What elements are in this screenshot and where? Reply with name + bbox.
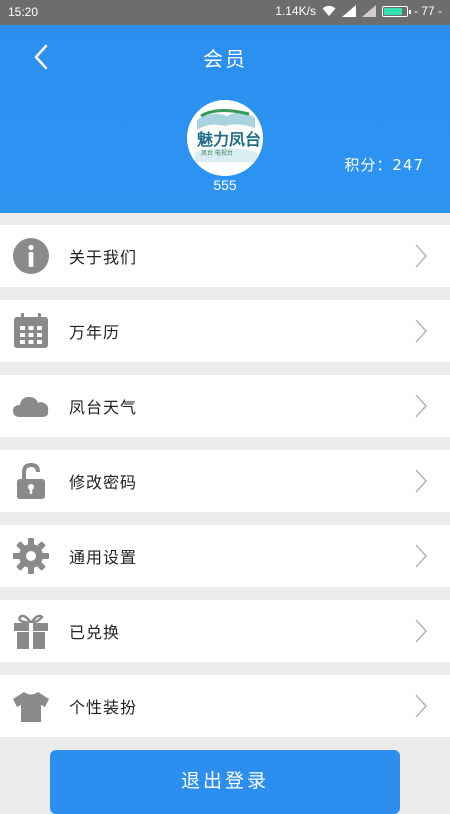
avatar-logo-subtext: 凤台 电视台	[201, 150, 233, 157]
menu-item-label: 万年历	[69, 323, 121, 342]
menu-item-about-us[interactable]: 关于我们	[0, 225, 450, 287]
gear-icon	[13, 538, 49, 574]
signal-icon-2	[361, 5, 376, 17]
tshirt-icon	[13, 692, 49, 722]
info-icon	[13, 238, 49, 274]
signal-icon	[341, 5, 356, 17]
menu-item-label: 关于我们	[69, 248, 138, 267]
status-indicators: 1.14K/s - 77 -	[275, 4, 442, 18]
logout-button[interactable]: 退出登录	[50, 750, 400, 814]
chevron-right-icon	[415, 694, 428, 718]
chevron-right-icon	[415, 544, 428, 568]
menu-item-calendar[interactable]: 万年历	[0, 300, 450, 362]
menu-item-label: 个性装扮	[69, 698, 138, 717]
menu-item-general-settings[interactable]: 通用设置	[0, 525, 450, 587]
page-title: 会员	[203, 47, 247, 71]
member-header: 会员 魅力凤台 凤台 电视台 555 积分：247	[0, 25, 450, 213]
chevron-right-icon	[415, 244, 428, 268]
wifi-icon	[322, 5, 336, 16]
username: 555	[213, 177, 237, 193]
unlock-icon	[17, 462, 45, 499]
menu-item-label: 修改密码	[69, 473, 138, 492]
calendar-icon	[14, 313, 48, 348]
menu-item-label: 凤台天气	[69, 398, 138, 417]
gift-icon	[14, 614, 48, 649]
status-bar: 15:20 1.14K/s - 77 -	[0, 0, 450, 25]
menu-item-weather[interactable]: 凤台天气	[0, 375, 450, 437]
net-speed: 1.14K/s	[275, 4, 316, 18]
chevron-right-icon	[415, 619, 428, 643]
menu-item-label: 通用设置	[69, 548, 138, 567]
avatar[interactable]: 魅力凤台 凤台 电视台	[187, 100, 263, 176]
avatar-logo-text: 魅力凤台	[197, 130, 262, 149]
cloud-icon	[13, 397, 49, 417]
menu-item-theme[interactable]: 个性装扮	[0, 675, 450, 737]
menu-item-change-password[interactable]: 修改密码	[0, 450, 450, 512]
chevron-right-icon	[415, 319, 428, 343]
battery-level: - 77 -	[413, 4, 442, 18]
menu-item-label: 已兑换	[69, 623, 121, 642]
status-time: 15:20	[8, 5, 39, 19]
menu-item-redeemed[interactable]: 已兑换	[0, 600, 450, 662]
points-display: 积分：247	[344, 156, 424, 174]
chevron-right-icon	[415, 394, 428, 418]
chevron-right-icon	[415, 469, 428, 493]
battery-icon	[381, 5, 411, 17]
